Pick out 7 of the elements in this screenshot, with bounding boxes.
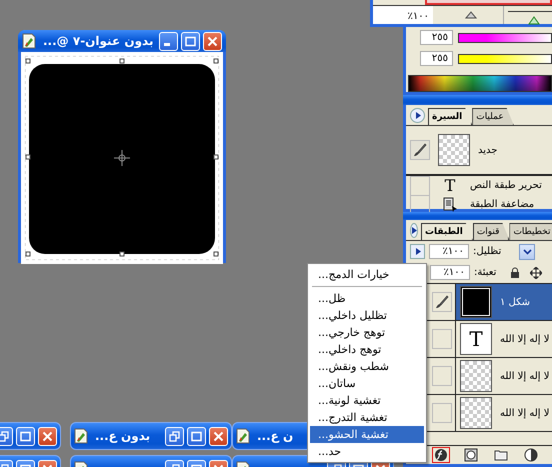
fill-label: تعبئة: (474, 267, 496, 278)
window-title: بدون عنوان-٧ @... (42, 34, 154, 48)
type-glyph: T (444, 178, 456, 194)
window-title: بدون ع... (95, 429, 150, 443)
type-glyph: T (469, 329, 483, 349)
window-title: ن ع... (257, 429, 294, 443)
opacity-label: تظليل: (473, 246, 502, 257)
